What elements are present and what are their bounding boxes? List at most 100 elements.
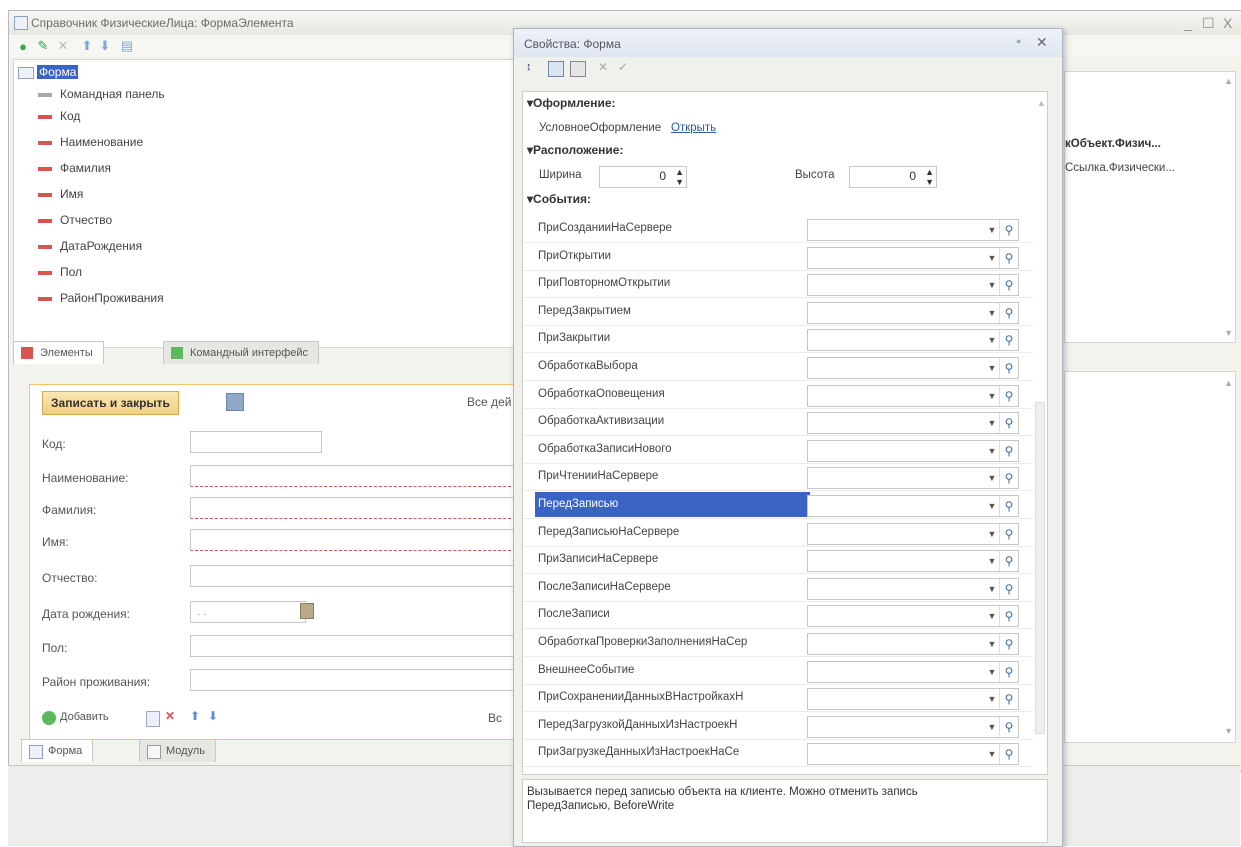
height-spinner[interactable]: 0 ▲ ▼ xyxy=(849,166,937,188)
dropdown-arrow-icon[interactable]: ▼ xyxy=(985,468,999,488)
tab-command-interface[interactable]: Командный интерфейс xyxy=(163,341,320,364)
scroll-down-arrow[interactable]: ▼ xyxy=(1224,328,1233,338)
event-row[interactable]: ПриПовторномОткрытии ▼ ⚲ xyxy=(523,271,1033,299)
dropdown-arrow-icon[interactable]: ▼ xyxy=(985,717,999,737)
event-handler-input[interactable]: ▼ ⚲ xyxy=(807,301,1019,324)
copy-icon[interactable] xyxy=(146,711,160,727)
event-handler-input[interactable]: ▼ ⚲ xyxy=(807,274,1019,297)
event-row[interactable]: ОбработкаОповещения ▼ ⚲ xyxy=(523,382,1033,409)
event-row[interactable]: ВнешнееСобытие ▼ ⚲ xyxy=(523,658,1033,685)
add-icon[interactable]: ● xyxy=(15,38,31,54)
first-name-input[interactable] xyxy=(190,529,516,551)
event-handler-input[interactable]: ▼ ⚲ xyxy=(807,577,1019,600)
event-handler-input[interactable]: ▼ ⚲ xyxy=(807,715,1019,738)
tree-item[interactable]: ДатаРождения xyxy=(38,236,142,256)
event-row[interactable]: ПередЗакрытием ▼ ⚲ xyxy=(523,299,1033,326)
surname-input[interactable] xyxy=(190,497,516,519)
open-handler-icon[interactable]: ⚲ xyxy=(999,578,1018,599)
open-handler-icon[interactable]: ⚲ xyxy=(999,551,1018,572)
check-icon[interactable]: ✓ xyxy=(618,60,628,74)
save-close-button[interactable]: Записать и закрыть xyxy=(42,391,179,415)
sort-az-icon[interactable]: ↕ xyxy=(526,61,532,73)
form-view-icon[interactable]: ▤ xyxy=(119,38,135,54)
tree-root[interactable]: Форма xyxy=(18,62,79,82)
event-row[interactable]: ПередЗаписьюНаСервере ▼ ⚲ xyxy=(523,520,1033,547)
scroll-up-arrow[interactable]: ▲ xyxy=(1224,76,1233,86)
move-down-icon[interactable]: ⬇ xyxy=(208,709,218,723)
move-up-icon[interactable]: ⬆ xyxy=(79,38,95,54)
event-handler-input[interactable]: ▼ ⚲ xyxy=(807,467,1019,490)
add-button[interactable]: Добавить xyxy=(60,711,109,723)
district-input[interactable] xyxy=(190,669,516,691)
move-down-icon[interactable]: ⬇ xyxy=(97,38,113,54)
event-row[interactable]: ПриЗаписиНаСервере ▼ ⚲ xyxy=(523,547,1033,575)
event-handler-input[interactable]: ▼ ⚲ xyxy=(807,219,1019,241)
event-row[interactable]: ПриОткрытии ▼ ⚲ xyxy=(523,244,1033,271)
open-handler-icon[interactable]: ⚲ xyxy=(999,523,1018,544)
tree-item[interactable]: Отчество xyxy=(38,210,112,230)
tree-item[interactable]: Имя xyxy=(38,184,83,204)
scrollbar-thumb[interactable] xyxy=(1035,402,1045,734)
tree-item[interactable]: Командная панель xyxy=(38,84,165,104)
event-handler-input[interactable]: ▼ ⚲ xyxy=(807,246,1019,269)
event-row[interactable]: ОбработкаЗаписиНового ▼ ⚲ xyxy=(523,437,1033,464)
dropdown-arrow-icon[interactable]: ▼ xyxy=(985,634,999,654)
open-handler-icon[interactable]: ⚲ xyxy=(999,716,1018,737)
dropdown-arrow-icon[interactable]: ▼ xyxy=(985,496,999,516)
maximize-button[interactable]: ☐ xyxy=(1202,15,1215,32)
tree-item[interactable]: РайонПроживания xyxy=(38,288,164,308)
event-handler-input[interactable]: ▼ ⚲ xyxy=(807,688,1019,711)
event-handler-input[interactable]: ▼ ⚲ xyxy=(807,384,1019,407)
dropdown-arrow-icon[interactable]: ▼ xyxy=(985,441,999,461)
open-handler-icon[interactable]: ⚲ xyxy=(999,689,1018,710)
close-icon[interactable]: ✕ xyxy=(1036,34,1048,51)
event-handler-input[interactable]: ▼ ⚲ xyxy=(807,439,1019,462)
tab-form[interactable]: Форма xyxy=(21,739,94,762)
open-handler-icon[interactable]: ⚲ xyxy=(999,220,1018,240)
event-handler-input[interactable]: ▼ ⚲ xyxy=(807,357,1019,379)
save-icon[interactable] xyxy=(226,393,244,411)
tree-item[interactable]: Фамилия xyxy=(38,158,111,178)
dropdown-arrow-icon[interactable]: ▼ xyxy=(985,248,999,268)
event-handler-input[interactable]: ▼ ⚲ xyxy=(807,605,1019,628)
event-row[interactable]: ПослеЗаписиНаСервере ▼ ⚲ xyxy=(523,575,1033,602)
event-row[interactable]: ПослеЗаписи ▼ ⚲ xyxy=(523,602,1033,630)
tab-module[interactable]: Модуль xyxy=(139,739,216,762)
open-handler-icon[interactable]: ⚲ xyxy=(999,275,1018,296)
scroll-up-arrow[interactable]: ▲ xyxy=(1224,378,1233,388)
conditional-design-open-link[interactable]: Открыть xyxy=(671,122,716,134)
name-input[interactable] xyxy=(190,465,516,487)
tree-item[interactable]: Пол xyxy=(38,262,82,282)
open-handler-icon[interactable]: ⚲ xyxy=(999,302,1018,323)
open-handler-icon[interactable]: ⚲ xyxy=(999,606,1018,627)
calendar-icon[interactable] xyxy=(300,603,314,619)
dropdown-arrow-icon[interactable]: ▼ xyxy=(985,220,999,240)
dropdown-arrow-icon[interactable]: ▼ xyxy=(985,551,999,571)
move-up-icon[interactable]: ⬆ xyxy=(190,709,200,723)
event-handler-input[interactable]: ▼ ⚲ xyxy=(807,495,1019,517)
pin-icon[interactable]: ● xyxy=(1016,36,1021,46)
dropdown-arrow-icon[interactable]: ▼ xyxy=(985,358,999,378)
open-handler-icon[interactable]: ⚲ xyxy=(999,634,1018,654)
dropdown-arrow-icon[interactable]: ▼ xyxy=(985,524,999,544)
event-row[interactable]: ПриЗакрытии ▼ ⚲ xyxy=(523,326,1033,354)
open-handler-icon[interactable]: ⚲ xyxy=(999,744,1018,765)
code-input[interactable] xyxy=(190,431,322,453)
scroll-down-arrow[interactable]: ▼ xyxy=(1224,726,1233,736)
categories-icon[interactable] xyxy=(548,61,564,77)
tree-item[interactable]: Код xyxy=(38,106,80,126)
open-handler-icon[interactable]: ⚲ xyxy=(999,413,1018,434)
event-handler-input[interactable]: ▼ ⚲ xyxy=(807,633,1019,655)
all-actions-menu-2[interactable]: Вс xyxy=(488,711,502,725)
spin-arrows-icon[interactable]: ▲ ▼ xyxy=(925,167,934,187)
dropdown-arrow-icon[interactable]: ▼ xyxy=(985,606,999,626)
event-row[interactable]: ПриЗагрузкеДанныхИзНастроекНаСе ▼ ⚲ xyxy=(523,740,1033,768)
all-actions-menu[interactable]: Все дей xyxy=(467,395,511,409)
tree-item[interactable]: Наименование xyxy=(38,132,143,152)
open-handler-icon[interactable]: ⚲ xyxy=(999,247,1018,268)
dropdown-arrow-icon[interactable]: ▼ xyxy=(985,413,999,433)
dropdown-arrow-icon[interactable]: ▼ xyxy=(985,330,999,350)
event-handler-input[interactable]: ▼ ⚲ xyxy=(807,660,1019,683)
event-row[interactable]: ПередЗаписью ▼ ⚲ xyxy=(523,492,1033,519)
attribute-row[interactable]: Ссылка.Физически... xyxy=(1065,162,1175,174)
